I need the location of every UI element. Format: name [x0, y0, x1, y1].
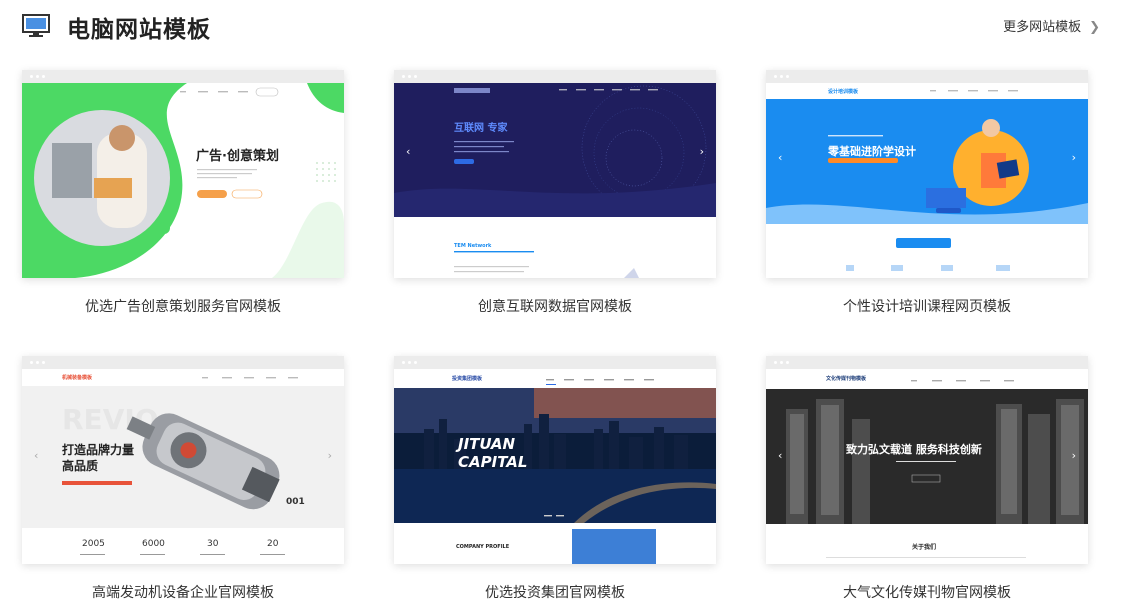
monitor-icon	[22, 14, 50, 37]
stat-value: 2005	[82, 539, 105, 549]
template-card[interactable]: 互联网 专家 TEM Network ‹ › 创意互联网数据官网模板	[394, 70, 716, 316]
preview-site: REVIO 机械装备模板 打造品牌力量 高品质 001 2005 6000 30	[22, 369, 344, 564]
browser-chrome	[394, 356, 716, 369]
browser-chrome	[766, 356, 1088, 369]
page-title: 电脑网站模板	[67, 17, 211, 43]
template-card[interactable]: 文化传媒刊物模板 致力弘文载道 服务科技创新 关于我们 ‹ › 大气文化传媒刊物…	[766, 356, 1088, 602]
hero-title: 互联网 专家	[454, 123, 508, 134]
hero-title: 致力弘文载道 服务科技创新	[846, 443, 982, 456]
site-logo: 设计培训模板	[828, 89, 859, 95]
feature-number: 001	[286, 497, 305, 507]
template-card[interactable]: REVIO 机械装备模板 打造品牌力量 高品质 001 2005 6000 30	[22, 356, 344, 602]
template-caption[interactable]: 优选投资集团官网模板	[394, 582, 716, 602]
section-header: 电脑网站模板 更多网站模板 ❯	[22, 8, 1108, 44]
prev-arrow-icon: ‹	[778, 151, 783, 164]
site-logo: 文化传媒刊物模板	[826, 376, 867, 382]
template-card[interactable]: 投资集团模板 JITUAN CAPITAL COMPANY PROFILE 优选…	[394, 356, 716, 602]
section-title: COMPANY PROFILE	[456, 544, 510, 550]
section-title: 关于我们	[912, 544, 937, 551]
site-logo: 机械装备模板	[62, 375, 93, 381]
template-caption[interactable]: 优选广告创意策划服务官网模板	[22, 296, 344, 316]
template-preview[interactable]: 文化传媒刊物模板 致力弘文载道 服务科技创新 关于我们 ‹ ›	[766, 356, 1088, 564]
template-preview[interactable]: REVIO 机械装备模板 打造品牌力量 高品质 001 2005 6000 30	[22, 356, 344, 564]
prev-arrow-icon: ‹	[406, 145, 411, 158]
template-preview[interactable]: 设计培训模板 零基础进阶学设计 ‹ ›	[766, 70, 1088, 278]
next-arrow-icon: ›	[1071, 151, 1076, 164]
preview-site: 文化传媒刊物模板 致力弘文载道 服务科技创新 关于我们 ‹ ›	[766, 369, 1088, 564]
template-caption[interactable]: 高端发动机设备企业官网模板	[22, 582, 344, 602]
next-arrow-icon: ›	[699, 145, 704, 158]
hero-subtitle: 高品质	[62, 459, 99, 473]
template-caption[interactable]: 个性设计培训课程网页模板	[766, 296, 1088, 316]
next-arrow-icon: ›	[1071, 449, 1076, 462]
browser-chrome	[22, 70, 344, 83]
template-card[interactable]: 广告·创意策划 优选广告创意策划服务官网模板	[22, 70, 344, 316]
more-templates-link[interactable]: 更多网站模板 ❯	[1003, 16, 1100, 35]
browser-chrome	[22, 356, 344, 369]
next-arrow-icon: ›	[327, 449, 332, 462]
chevron-right-icon: ❯	[1089, 20, 1100, 35]
template-preview[interactable]: 互联网 专家 TEM Network ‹ ›	[394, 70, 716, 278]
prev-arrow-icon: ‹	[778, 449, 783, 462]
template-card[interactable]: 设计培训模板 零基础进阶学设计 ‹ › 个性设计培训课程网页模板	[766, 70, 1088, 316]
stat-value: 20	[267, 539, 279, 549]
browser-chrome	[394, 70, 716, 83]
template-caption[interactable]: 大气文化传媒刊物官网模板	[766, 582, 1088, 602]
hero-subtitle: CAPITAL	[458, 453, 528, 471]
more-templates-label: 更多网站模板	[1003, 20, 1082, 35]
section-title: TEM Network	[454, 243, 492, 249]
hero-title: 打造品牌力量	[62, 443, 135, 457]
stat-value: 6000	[142, 539, 165, 549]
preview-site: 投资集团模板 JITUAN CAPITAL COMPANY PROFILE	[394, 369, 716, 564]
template-preview[interactable]: 投资集团模板 JITUAN CAPITAL COMPANY PROFILE	[394, 356, 716, 564]
browser-chrome	[766, 70, 1088, 83]
hero-title: 零基础进阶学设计	[828, 145, 916, 158]
template-caption[interactable]: 创意互联网数据官网模板	[394, 296, 716, 316]
stat-value: 30	[207, 539, 219, 549]
template-preview[interactable]: 广告·创意策划	[22, 70, 344, 278]
prev-arrow-icon: ‹	[34, 449, 39, 462]
hero-title: JITUAN	[458, 435, 516, 453]
hero-title: 广告·创意策划	[196, 149, 279, 164]
site-logo: 投资集团模板	[452, 376, 483, 382]
preview-site: 设计培训模板 零基础进阶学设计 ‹ ›	[766, 83, 1088, 278]
preview-site: 互联网 专家 TEM Network ‹ ›	[394, 83, 716, 278]
preview-site: 广告·创意策划	[22, 83, 344, 278]
